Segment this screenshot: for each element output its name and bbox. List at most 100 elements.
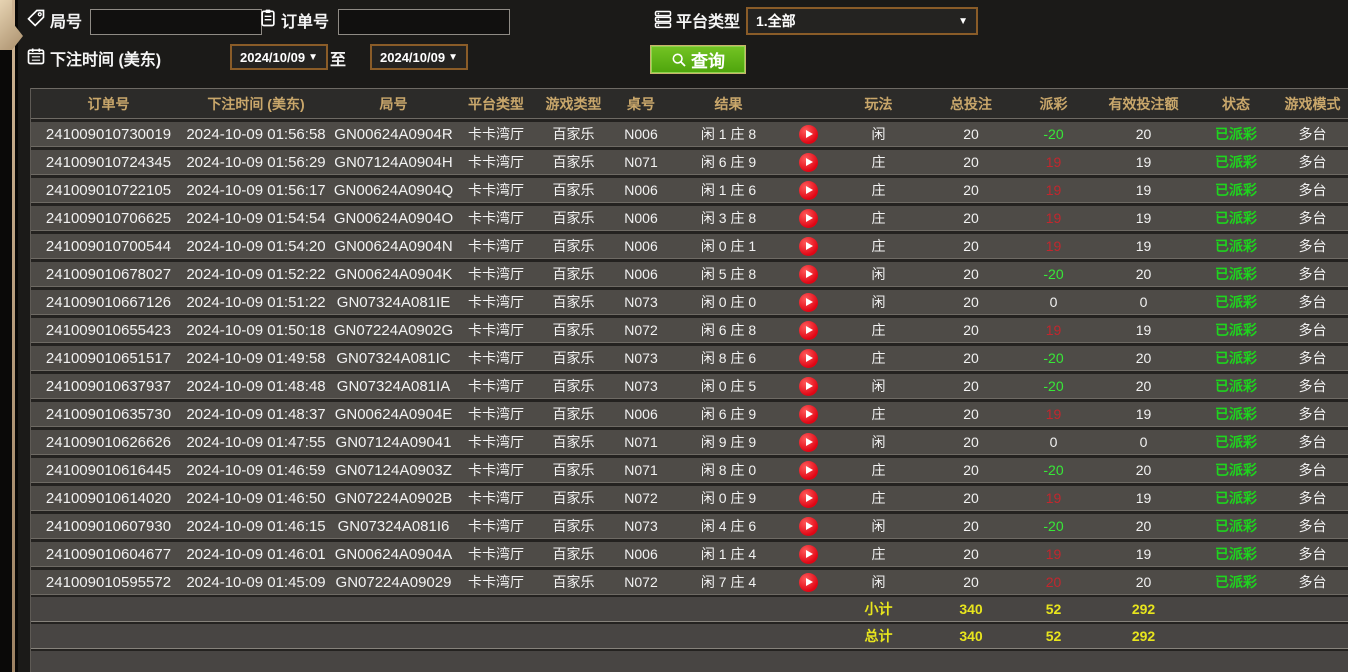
cell-round-number: GN07124A09041 bbox=[335, 433, 452, 451]
cell-game-mode: 多台 bbox=[1298, 434, 1327, 450]
cell-round-number: GN00624A0904R bbox=[334, 125, 453, 143]
cell-game-type: 百家乐 bbox=[552, 210, 595, 226]
cell-valid-bet: 20 bbox=[1135, 126, 1152, 142]
cell-game-mode: 多台 bbox=[1298, 238, 1327, 254]
cell-bet-time: 2024-10-09 01:52:22 bbox=[186, 265, 326, 283]
cell-status: 已派彩 bbox=[1215, 182, 1257, 198]
cell-order-number: 241009010724345 bbox=[45, 153, 172, 171]
caret-down-icon: ▼ bbox=[308, 51, 318, 63]
cell-bet-time: 2024-10-09 01:54:20 bbox=[186, 237, 326, 255]
col-header-total-bet: 总投注 bbox=[950, 95, 992, 112]
play-icon[interactable] bbox=[799, 460, 818, 480]
cell-platform: 卡卡湾厅 bbox=[468, 378, 524, 394]
cell-table-number: N071 bbox=[624, 462, 658, 478]
cell-valid-bet: 20 bbox=[1135, 574, 1152, 590]
cell-table-number: N006 bbox=[624, 126, 658, 142]
col-header-platform: 平台类型 bbox=[468, 95, 524, 112]
cell-play-side: 闲 bbox=[871, 434, 886, 450]
grand-total-label: 总计 bbox=[864, 628, 893, 644]
table-row: 241009010616445 2024-10-09 01:46:59 GN07… bbox=[31, 458, 1348, 483]
play-icon[interactable] bbox=[799, 180, 818, 200]
cell-platform: 卡卡湾厅 bbox=[468, 546, 524, 562]
cell-game-type: 百家乐 bbox=[552, 574, 595, 590]
cell-round-number: GN00624A0904N bbox=[334, 237, 453, 255]
table-row: 241009010706625 2024-10-09 01:54:54 GN00… bbox=[31, 206, 1348, 231]
cell-result: 闲 1 庄 8 bbox=[700, 126, 757, 142]
cell-payout: 19 bbox=[1045, 490, 1062, 506]
play-icon[interactable] bbox=[799, 376, 818, 396]
cell-order-number: 241009010655423 bbox=[45, 321, 172, 339]
cell-replay bbox=[786, 264, 831, 284]
date-range-to-label: 至 bbox=[330, 52, 347, 69]
cell-replay bbox=[786, 124, 831, 144]
play-icon[interactable] bbox=[799, 320, 818, 340]
play-icon[interactable] bbox=[799, 124, 818, 144]
cell-replay bbox=[786, 348, 831, 368]
grand-total-total-bet: 340 bbox=[959, 628, 983, 644]
cell-total-bet: 20 bbox=[963, 574, 979, 590]
cell-round-number: GN07124A0904H bbox=[334, 153, 453, 171]
cell-status: 已派彩 bbox=[1215, 210, 1257, 226]
cell-status: 已派彩 bbox=[1215, 434, 1257, 450]
caret-down-icon: ▼ bbox=[448, 51, 458, 63]
cell-bet-time: 2024-10-09 01:46:01 bbox=[186, 545, 326, 563]
cell-total-bet: 20 bbox=[963, 378, 979, 394]
cell-status: 已派彩 bbox=[1215, 406, 1257, 422]
query-button[interactable]: 查询 bbox=[650, 45, 746, 74]
cell-game-type: 百家乐 bbox=[552, 434, 595, 450]
cell-round-number: GN07324A081IA bbox=[336, 377, 451, 395]
play-icon[interactable] bbox=[799, 488, 818, 508]
cell-valid-bet: 19 bbox=[1135, 210, 1152, 226]
cell-play-side: 庄 bbox=[871, 546, 886, 562]
cell-game-type: 百家乐 bbox=[552, 462, 595, 478]
play-icon[interactable] bbox=[799, 348, 818, 368]
table-row: 241009010604677 2024-10-09 01:46:01 GN00… bbox=[31, 542, 1348, 567]
cell-play-side: 庄 bbox=[871, 406, 886, 422]
cell-result: 闲 8 庄 0 bbox=[700, 462, 757, 478]
table-row: 241009010637937 2024-10-09 01:48:48 GN07… bbox=[31, 374, 1348, 399]
cell-platform: 卡卡湾厅 bbox=[468, 322, 524, 338]
cell-total-bet: 20 bbox=[963, 490, 979, 506]
cell-result: 闲 6 庄 8 bbox=[700, 322, 757, 338]
date-from-select[interactable]: 2024/10/09 ▼ bbox=[230, 44, 328, 70]
date-to-select[interactable]: 2024/10/09 ▼ bbox=[370, 44, 468, 70]
play-icon[interactable] bbox=[799, 432, 818, 452]
cell-replay bbox=[786, 376, 831, 396]
play-icon[interactable] bbox=[799, 264, 818, 284]
platform-type-select[interactable]: 1.全部 ▼ bbox=[746, 7, 978, 35]
play-icon[interactable] bbox=[799, 404, 818, 424]
play-icon[interactable] bbox=[799, 208, 818, 228]
cell-round-number: GN07124A0903Z bbox=[335, 461, 452, 479]
cell-round-number: GN00624A0904E bbox=[334, 405, 453, 423]
cell-valid-bet: 20 bbox=[1135, 266, 1152, 282]
play-icon[interactable] bbox=[799, 236, 818, 256]
cell-game-mode: 多台 bbox=[1298, 154, 1327, 170]
cell-payout: 19 bbox=[1045, 154, 1062, 170]
cell-payout: 0 bbox=[1049, 294, 1058, 310]
cell-play-side: 闲 bbox=[871, 378, 886, 394]
play-icon[interactable] bbox=[799, 572, 818, 592]
cell-game-type: 百家乐 bbox=[552, 266, 595, 282]
cell-platform: 卡卡湾厅 bbox=[468, 294, 524, 310]
subtotal-payout: 52 bbox=[1045, 601, 1062, 617]
cell-payout: 19 bbox=[1045, 210, 1062, 226]
date-from-value: 2024/10/09 bbox=[240, 49, 306, 65]
cell-total-bet: 20 bbox=[963, 266, 979, 282]
cell-order-number: 241009010614020 bbox=[45, 489, 172, 507]
cell-platform: 卡卡湾厅 bbox=[468, 406, 524, 422]
play-icon[interactable] bbox=[799, 516, 818, 536]
play-icon[interactable] bbox=[799, 544, 818, 564]
cell-bet-time: 2024-10-09 01:46:15 bbox=[186, 517, 326, 535]
cell-bet-time: 2024-10-09 01:48:37 bbox=[186, 405, 326, 423]
order-filter-input[interactable] bbox=[338, 9, 510, 35]
cell-payout: 19 bbox=[1045, 182, 1062, 198]
cell-play-side: 闲 bbox=[871, 126, 886, 142]
cell-total-bet: 20 bbox=[963, 238, 979, 254]
cell-status: 已派彩 bbox=[1215, 490, 1257, 506]
cell-game-type: 百家乐 bbox=[552, 406, 595, 422]
play-icon[interactable] bbox=[799, 292, 818, 312]
round-filter-input[interactable] bbox=[90, 9, 262, 35]
cell-valid-bet: 19 bbox=[1135, 322, 1152, 338]
play-icon[interactable] bbox=[799, 152, 818, 172]
cell-total-bet: 20 bbox=[963, 126, 979, 142]
